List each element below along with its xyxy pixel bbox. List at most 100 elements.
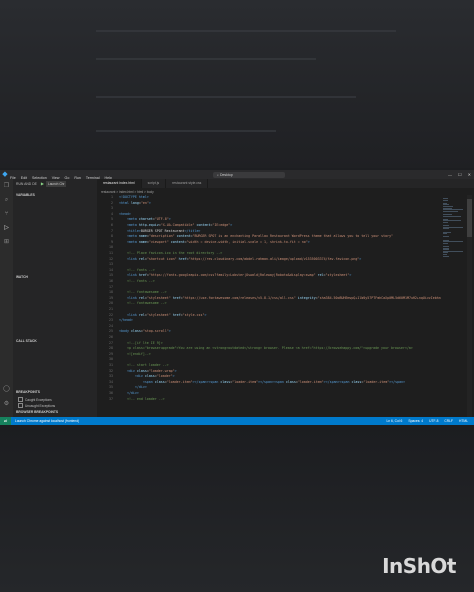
code-line[interactable]: <meta charset="UTF-8"> [119, 217, 171, 221]
minimap-line [443, 236, 449, 238]
remote-icon[interactable]: ⇌ [0, 417, 11, 425]
debug-launch-status[interactable]: Launch Chrome against localhost (fronten… [15, 419, 79, 423]
line-number: 29 [109, 351, 113, 356]
line-number: 31 [109, 363, 113, 367]
browser-breakpoints-section[interactable]: BROWSER BREAKPOINTS [16, 410, 58, 414]
line-number: 1 [111, 195, 113, 199]
code-line[interactable]: <head> [119, 212, 131, 216]
breakpoint-item[interactable]: Caught Exceptions [18, 397, 52, 402]
minimap-line [443, 199, 448, 201]
status-item[interactable]: Ln 6, Col 6 [386, 419, 402, 423]
maximize-icon[interactable]: ☐ [458, 172, 462, 177]
close-icon[interactable]: ✕ [468, 172, 471, 177]
line-number: 36 [109, 391, 113, 395]
line-number: 12 [109, 256, 113, 261]
editor-tabs: restaurant index.html script.js restaura… [97, 179, 474, 188]
code-line[interactable]: <!--[if lte IE 9]> [119, 341, 163, 345]
minimap-line [443, 222, 448, 223]
code-editor[interactable]: 1 <!DOCTYPE html> 2 <html lang="en"> 3 4 <head… [97, 195, 463, 417]
code-line[interactable]: <!-- fontawesome --> [119, 290, 167, 294]
line-number: 24 [109, 323, 113, 328]
code-line[interactable]: </div> [119, 385, 147, 389]
minimap[interactable] [441, 195, 465, 417]
code-line[interactable]: <!-- Place favicon.ico in the root direc… [119, 251, 222, 255]
run-debug-sidebar: RUN AND DE ▶ Launch Chr VARIABLES WATCH … [13, 179, 97, 417]
line-number: 19 [109, 295, 113, 300]
line-number: 2 [111, 200, 113, 205]
editor-scrollbar[interactable] [467, 195, 472, 417]
code-line[interactable]: <![endif]--> [119, 352, 151, 356]
line-number: 26 [109, 335, 113, 339]
scrollbar-thumb[interactable] [467, 199, 472, 237]
line-number: 10 [109, 245, 113, 250]
code-line[interactable]: <!-- fonts --> [119, 279, 155, 283]
sidebar-title: RUN AND DE [16, 181, 37, 186]
status-item[interactable]: HTML [459, 419, 468, 423]
line-number: 13 [109, 262, 113, 267]
code-line[interactable]: <title>BURGER SPOT Restaurant</title> [119, 229, 200, 233]
code-line[interactable]: <!-- fonts --> [119, 268, 155, 272]
line-number: 28 [109, 346, 113, 351]
window-controls: — ☐ ✕ [442, 170, 471, 179]
line-number: 33 [109, 374, 113, 379]
minimize-icon[interactable]: — [448, 172, 452, 177]
code-line[interactable]: <link href="https://fonts.googleapis.com… [119, 273, 351, 277]
code-line[interactable]: <div class="loader"> [119, 374, 175, 378]
blurred-background-top [0, 0, 474, 168]
line-number: 3 [111, 206, 113, 211]
source-control-icon[interactable]: ⑂ [3, 211, 10, 218]
code-line[interactable]: <meta name="description" content="BURGER… [119, 234, 393, 238]
line-number: 11 [109, 251, 113, 255]
code-line[interactable]: <link rel="stylesheet" href="style.css"> [119, 313, 207, 317]
command-center[interactable]: ⌕ Desktop [213, 171, 285, 178]
gear-icon[interactable]: ⚙ [3, 401, 10, 408]
code-line[interactable]: </div> [119, 391, 139, 395]
status-item[interactable]: CRLF [444, 419, 453, 423]
launch-config-select[interactable]: Launch Chr [46, 180, 67, 187]
line-number: 18 [109, 290, 113, 295]
line-number: 20 [109, 301, 113, 306]
line-number: 34 [109, 379, 113, 384]
minimap-line [443, 255, 449, 257]
code-line[interactable]: <link rel="shortcut icon" href="https://… [119, 257, 361, 261]
code-line[interactable]: </head> [119, 318, 133, 322]
status-item[interactable]: UTF-8 [429, 419, 438, 423]
code-line[interactable]: <span class="loader-item"></span><span c… [119, 380, 405, 384]
tab-style-css[interactable]: restaurant style.css [166, 179, 209, 188]
title-bar: ◆ File Edit Selection View Go Run Terminal Help… [0, 170, 474, 180]
activity-bar: ❐ ⌕ ⑂ ▷ ⊞ ◯ ⚙ [0, 179, 13, 417]
code-line[interactable]: <!-- end loader --> [119, 397, 165, 401]
play-icon[interactable]: ▶ [41, 181, 44, 186]
line-number: 14 [109, 267, 113, 272]
status-item[interactable]: Spaces: 4 [408, 419, 423, 423]
breadcrumb[interactable]: restaurant > index.html > html > body [101, 190, 154, 194]
code-line[interactable]: <div class="loader-wrap"> [119, 369, 177, 373]
code-line[interactable]: <meta http-equiv="X-UA-Compatible" conte… [119, 223, 232, 227]
tab-script-js[interactable]: script.js [142, 179, 167, 188]
blurred-line [96, 58, 316, 60]
breakpoints-section[interactable]: BREAKPOINTS [16, 390, 40, 394]
variables-section[interactable]: VARIABLES [16, 193, 35, 197]
watch-section[interactable]: WATCH [16, 275, 28, 279]
run-debug-icon[interactable]: ▷ [3, 225, 10, 232]
call-stack-section[interactable]: CALL STACK [16, 339, 37, 343]
breakpoint-item[interactable]: Uncaught Exceptions [18, 403, 55, 408]
code-line[interactable]: <p class="browserupgrade">You are using … [119, 346, 413, 350]
code-line[interactable]: <!-- start loader --> [119, 363, 169, 367]
checkbox[interactable] [18, 397, 23, 402]
code-line[interactable]: <body class="stop-scroll"> [119, 329, 171, 333]
minimap-line [443, 228, 449, 230]
inshot-watermark: InShOt [382, 554, 456, 578]
code-line[interactable]: <link rel="stylesheet" href="https://use… [119, 296, 463, 300]
search-icon[interactable]: ⌕ [3, 197, 10, 204]
explorer-icon[interactable]: ❐ [3, 183, 10, 190]
code-line[interactable]: <!DOCTYPE html> [119, 195, 149, 199]
line-number: 15 [109, 273, 113, 278]
extensions-icon[interactable]: ⊞ [3, 239, 10, 246]
tab-index-html[interactable]: restaurant index.html [97, 179, 142, 188]
code-line[interactable]: <html lang="en"> [119, 201, 151, 205]
checkbox[interactable] [18, 403, 23, 408]
account-icon[interactable]: ◯ [3, 386, 10, 393]
code-line[interactable]: <meta name="viewport" content="width = d… [119, 240, 310, 244]
code-line[interactable]: <!-- fontawesome --> [119, 301, 167, 305]
